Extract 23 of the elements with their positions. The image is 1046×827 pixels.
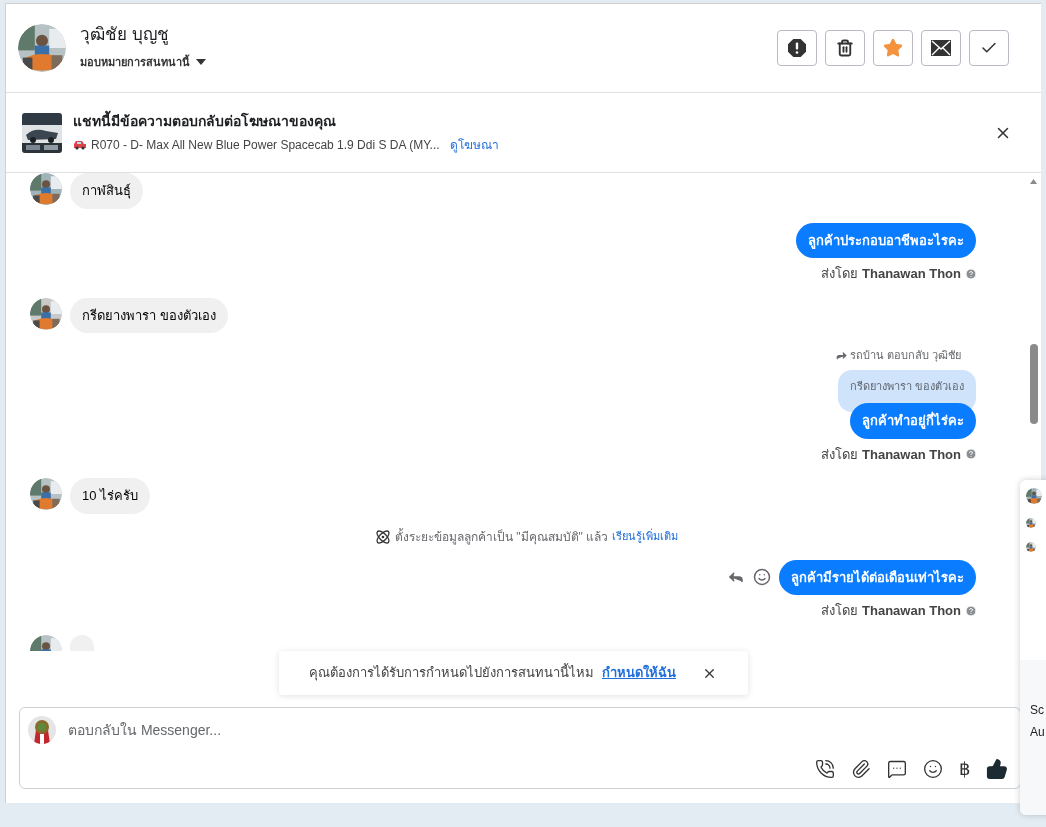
ad-reply-title: แชทนี้มีข้อความตอบกลับต่อโฆษณาของคุณ	[73, 111, 499, 132]
assign-me-link[interactable]: กำหนดให้ฉัน	[602, 663, 676, 683]
toast-text: คุณต้องการได้รับการกำหนดไปยังการสนทนานี้ไหม	[309, 663, 594, 683]
view-ad-link[interactable]: ดูโฆษณา	[449, 136, 499, 154]
message-bubble: กรีดยางพารา ของตัวเอง	[70, 297, 228, 333]
ad-name: R070 - D- Max All New Blue Power Spacecab 1.9 Ddi S DA (MY...	[91, 137, 440, 154]
side-panel-text: Au	[1030, 724, 1046, 741]
side-panel-text: Sc	[1030, 702, 1045, 719]
message-bubble: กาฬสินธุ์	[70, 173, 143, 209]
learn-more-link[interactable]: เรียนรู้เพิ่มเติม	[612, 528, 679, 545]
message-bubble: ลูกค้าประกอบอาชีพอะไรคะ	[796, 222, 976, 258]
assign-dropdown[interactable]: มอบหมายการสนทนานี้	[80, 53, 206, 70]
notice-text: ตั้งระยะข้อมูลลูกค้าเป็น "มีคุณสมบัติ" แล้ว	[394, 527, 609, 546]
currency-button[interactable]: ฿	[959, 760, 970, 778]
message-bubble: ลูกค้าทำอยู่กี่ไร่คะ	[850, 403, 976, 439]
message-bubble: ลูกค้ามีรายได้ต่อเดือนเท่าไรคะ	[779, 559, 976, 595]
contact-name: วุฒิชัย บุญชู	[80, 24, 170, 47]
sent-by-label: ส่งโดย Thanawan Thon	[821, 265, 961, 283]
sent-by-label: ส่งโดย Thanawan Thon	[821, 602, 961, 620]
reply-header: รถบ้าน ตอบกลับ วุฒิชัย	[849, 348, 961, 364]
reply-input[interactable]: ตอบกลับใน Messenger...	[68, 719, 1012, 741]
sent-by-label: ส่งโดย Thanawan Thon	[821, 445, 961, 464]
message-bubble: 10 ไร่ครับ	[70, 478, 151, 514]
